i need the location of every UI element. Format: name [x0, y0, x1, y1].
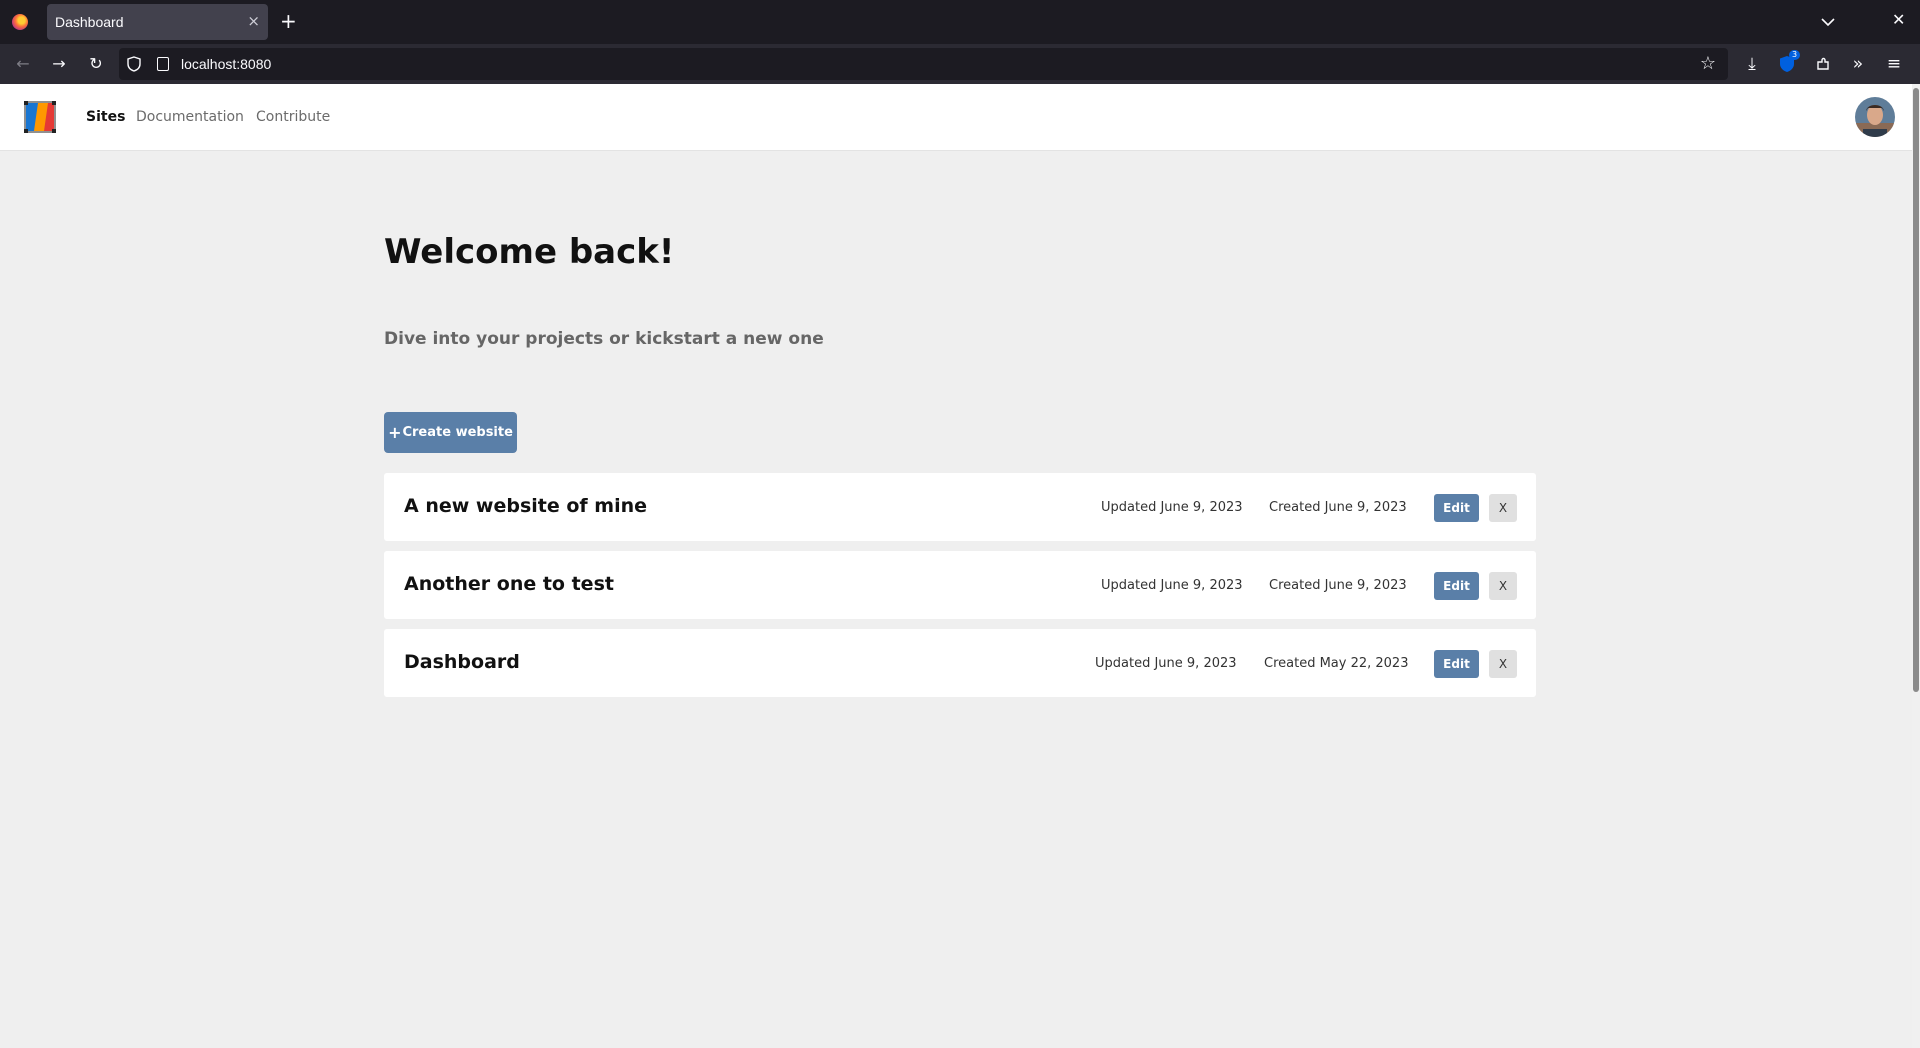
site-created: Created June 9, 2023 — [1269, 578, 1407, 593]
create-website-label: Create website — [402, 425, 513, 440]
page: Sites Documentation Contribute Welcome b… — [0, 84, 1920, 1048]
page-scrollbar[interactable] — [1912, 84, 1920, 1048]
site-name[interactable]: Dashboard — [404, 651, 520, 673]
extensions-puzzle-icon[interactable] — [1811, 52, 1835, 76]
window-close-button[interactable]: ✕ — [1892, 10, 1905, 29]
extension-badge: 3 — [1789, 50, 1801, 60]
page-title: Welcome back! — [384, 232, 675, 272]
tab-close-icon[interactable]: × — [247, 12, 260, 30]
site-card: Dashboard Updated June 9, 2023 Created M… — [384, 629, 1536, 697]
app-logo-icon[interactable] — [24, 101, 56, 133]
site-updated: Updated June 9, 2023 — [1101, 578, 1243, 593]
user-avatar[interactable] — [1855, 97, 1895, 137]
site-updated: Updated June 9, 2023 — [1101, 500, 1243, 515]
plus-icon: + — [388, 423, 402, 442]
nav-contribute[interactable]: Contribute — [256, 109, 330, 125]
scroll-thumb[interactable] — [1913, 88, 1919, 692]
create-website-button[interactable]: + Create website — [384, 412, 517, 453]
browser-tab-bar: Dashboard × + ✕ — [0, 0, 1920, 44]
reload-icon[interactable]: ↻ — [86, 54, 106, 74]
browser-nav-bar: ← → ↻ localhost:8080 ☆ ⤓ 3 » ≡ — [0, 44, 1920, 84]
more-tools-chevrons-icon[interactable]: » — [1846, 52, 1870, 76]
nav-documentation[interactable]: Documentation — [136, 109, 244, 125]
site-created: Created June 9, 2023 — [1269, 500, 1407, 515]
delete-button[interactable]: X — [1489, 494, 1517, 522]
edit-button[interactable]: Edit — [1434, 650, 1479, 678]
app-menu-hamburger-icon[interactable]: ≡ — [1882, 52, 1906, 76]
browser-tab[interactable]: Dashboard × — [47, 4, 268, 40]
site-card: A new website of mine Updated June 9, 20… — [384, 473, 1536, 541]
edit-button[interactable]: Edit — [1434, 494, 1479, 522]
page-subtitle: Dive into your projects or kickstart a n… — [384, 329, 824, 349]
site-created: Created May 22, 2023 — [1264, 656, 1409, 671]
nav-sites[interactable]: Sites — [86, 109, 125, 125]
site-name[interactable]: A new website of mine — [404, 495, 647, 517]
bookmark-star-icon[interactable]: ☆ — [1700, 53, 1716, 74]
page-info-icon[interactable] — [157, 57, 169, 71]
site-name[interactable]: Another one to test — [404, 573, 614, 595]
url-bar[interactable]: localhost:8080 ☆ — [119, 48, 1728, 80]
list-all-tabs-icon[interactable] — [1818, 12, 1838, 32]
site-header: Sites Documentation Contribute — [0, 84, 1920, 151]
site-updated: Updated June 9, 2023 — [1095, 656, 1237, 671]
downloads-icon[interactable]: ⤓ — [1740, 52, 1764, 76]
tracking-protection-shield-icon[interactable] — [127, 56, 141, 72]
forward-icon[interactable]: → — [49, 54, 69, 74]
delete-button[interactable]: X — [1489, 572, 1517, 600]
extension-shield-icon[interactable]: 3 — [1775, 50, 1801, 76]
tab-title: Dashboard — [55, 14, 124, 30]
url-text[interactable]: localhost:8080 — [181, 56, 271, 72]
firefox-logo-icon — [12, 14, 28, 30]
delete-button[interactable]: X — [1489, 650, 1517, 678]
new-tab-button[interactable]: + — [280, 9, 297, 33]
edit-button[interactable]: Edit — [1434, 572, 1479, 600]
site-card: Another one to test Updated June 9, 2023… — [384, 551, 1536, 619]
back-icon[interactable]: ← — [13, 54, 33, 74]
